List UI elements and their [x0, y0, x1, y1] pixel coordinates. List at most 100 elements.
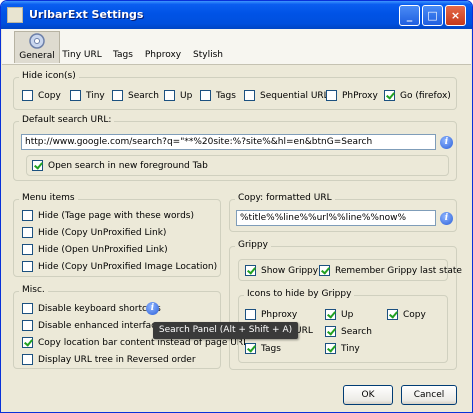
checkbox-box — [22, 210, 33, 221]
group-legend: Misc. — [19, 285, 48, 295]
checkbox-label: Copy — [403, 309, 426, 320]
menu-items-group: Menu items Hide (Tage page with these wo… — [13, 193, 221, 277]
hide-copy-checkbox[interactable]: Copy — [22, 90, 61, 101]
checkbox-box — [387, 309, 398, 320]
grippy-hide-up-checkbox[interactable]: Up — [325, 309, 353, 320]
checkbox-box — [32, 160, 43, 171]
checkbox-box — [326, 90, 337, 101]
reversed-url-tree-checkbox[interactable]: Display URL tree in Reversed order — [22, 354, 196, 365]
hide-copy-unproxified-link-checkbox[interactable]: Hide (Copy UnProxified Link) — [22, 227, 166, 238]
checkbox-label: Phproxy — [261, 309, 298, 320]
checkbox-label: Tags — [261, 343, 281, 354]
tab-label: Stylish — [193, 50, 223, 60]
settings-window: UrlbarExt Settings _ □ × General Tiny UR… — [0, 0, 473, 413]
checkbox-box — [22, 303, 33, 314]
group-legend: Hide icon(s) — [19, 71, 79, 81]
hide-open-unproxified-link-checkbox[interactable]: Hide (Open UnProxified Link) — [22, 244, 168, 255]
tab-label: Phproxy — [144, 50, 182, 60]
checkbox-box — [22, 90, 33, 101]
grippy-hide-copy-checkbox[interactable]: Copy — [387, 309, 426, 320]
checkbox-box — [164, 90, 175, 101]
title-bar[interactable]: UrlbarExt Settings _ □ × — [1, 1, 472, 29]
hide-go-checkbox[interactable]: Go (firefox) — [384, 90, 451, 101]
tab-tiny-url[interactable]: Tiny URL — [60, 31, 104, 63]
checkbox-label: Show Grippy — [261, 265, 319, 276]
checkbox-box — [245, 343, 256, 354]
checkbox-box — [22, 337, 33, 348]
tab-tags[interactable]: Tags — [108, 31, 138, 63]
hide-search-checkbox[interactable]: Search — [112, 90, 159, 101]
remember-grippy-checkbox[interactable]: Remember Grippy last state — [319, 265, 462, 276]
checkbox-label: Disable enhanced interface — [38, 320, 162, 331]
tab-label: General — [19, 51, 55, 61]
tab-phproxy[interactable]: Phproxy — [142, 31, 184, 63]
foreground-tab-box: Open search in new foreground Tab — [26, 155, 449, 176]
search-panel-tooltip: Search Panel (Alt + Shift + A) — [153, 322, 298, 339]
checkbox-label: Sequential URL — [260, 90, 329, 101]
grippy-group: Grippy Show Grippy Remember Grippy last … — [229, 240, 462, 370]
checkbox-box — [22, 320, 33, 331]
checkbox-box — [325, 326, 336, 337]
checkbox-box — [22, 354, 33, 365]
checkbox-box — [319, 265, 330, 276]
checkbox-box — [200, 90, 211, 101]
checkbox-box — [245, 309, 256, 320]
checkbox-box — [22, 261, 33, 272]
checkbox-label: Search — [128, 90, 159, 101]
checkbox-box — [245, 265, 256, 276]
group-legend: Default search URL: — [19, 115, 115, 125]
checkbox-label: Open search in new foreground Tab — [48, 160, 208, 171]
checkbox-label: Hide (Copy UnProxified Image Location) — [38, 261, 218, 272]
info-icon[interactable]: i — [146, 302, 159, 315]
minimize-button[interactable]: _ — [399, 5, 420, 26]
hide-icons-group: Hide icon(s) Copy Tiny Search Up Tags Se… — [13, 71, 457, 110]
tab-label: Tiny URL — [62, 50, 102, 60]
show-grippy-checkbox[interactable]: Show Grippy — [245, 265, 318, 276]
checkbox-box — [22, 227, 33, 238]
group-legend: Copy: formatted URL — [235, 193, 335, 203]
cancel-button[interactable]: Cancel — [401, 385, 457, 405]
formatted-url-input[interactable]: %title%%line%%url%%line%%now% — [236, 210, 436, 226]
checkbox-label: Hide (Open UnProxified Link) — [38, 244, 168, 255]
checkbox-label: Hide (Tage page with these words) — [38, 210, 194, 221]
tab-general[interactable]: General — [14, 31, 60, 63]
ok-button[interactable]: OK — [343, 385, 393, 405]
disable-enhanced-interface-checkbox[interactable]: Disable enhanced interface — [22, 320, 162, 331]
grippy-hide-tiny-checkbox[interactable]: Tiny — [325, 343, 360, 354]
checkbox-label: PhProxy — [342, 90, 378, 101]
checkbox-label: Display URL tree in Reversed order — [38, 354, 196, 365]
tab-stylish[interactable]: Stylish — [190, 31, 226, 63]
maximize-button[interactable]: □ — [422, 5, 443, 26]
disable-keyboard-shortcuts-checkbox[interactable]: Disable keyboard shortcuts — [22, 303, 161, 314]
hide-tag-page-checkbox[interactable]: Hide (Tage page with these words) — [22, 210, 194, 221]
hide-tiny-checkbox[interactable]: Tiny — [70, 90, 105, 101]
info-icon[interactable]: i — [440, 212, 453, 225]
checkbox-label: Remember Grippy last state — [335, 265, 462, 276]
grippy-hide-phproxy-checkbox[interactable]: Phproxy — [245, 309, 297, 320]
checkbox-label: Up — [180, 90, 193, 101]
hide-copy-unproxified-image-checkbox[interactable]: Hide (Copy UnProxified Image Location) — [22, 261, 217, 272]
checkbox-box — [22, 244, 33, 255]
checkbox-box — [384, 90, 395, 101]
search-url-input[interactable]: http://www.google.com/search?q="**%20sit… — [21, 134, 436, 150]
close-button[interactable]: × — [445, 5, 466, 26]
open-search-foreground-checkbox[interactable]: Open search in new foreground Tab — [32, 160, 208, 171]
hide-sequential-url-checkbox[interactable]: Sequential URL — [244, 90, 329, 101]
grippy-hide-tags-checkbox[interactable]: Tags — [245, 343, 281, 354]
checkbox-box — [325, 343, 336, 354]
grippy-options-box: Show Grippy Remember Grippy last state — [238, 259, 462, 281]
hide-up-checkbox[interactable]: Up — [164, 90, 192, 101]
tab-toolbar: General Tiny URL Tags Phproxy Stylish — [2, 29, 471, 65]
copy-formatted-url-group: Copy: formatted URL %title%%line%%url%%l… — [229, 193, 457, 232]
checkbox-label: Tiny — [341, 343, 360, 354]
checkbox-box — [112, 90, 123, 101]
hide-phproxy-checkbox[interactable]: PhProxy — [326, 90, 378, 101]
window-title: UrlbarExt Settings — [29, 8, 144, 21]
gear-icon — [29, 33, 45, 49]
checkbox-label: Search — [341, 326, 372, 337]
checkbox-label: Go (firefox) — [400, 90, 451, 101]
hide-tags-checkbox[interactable]: Tags — [200, 90, 236, 101]
info-icon[interactable]: i — [440, 136, 453, 149]
group-legend: Grippy — [235, 240, 271, 250]
grippy-hide-search-checkbox[interactable]: Search — [325, 326, 372, 337]
